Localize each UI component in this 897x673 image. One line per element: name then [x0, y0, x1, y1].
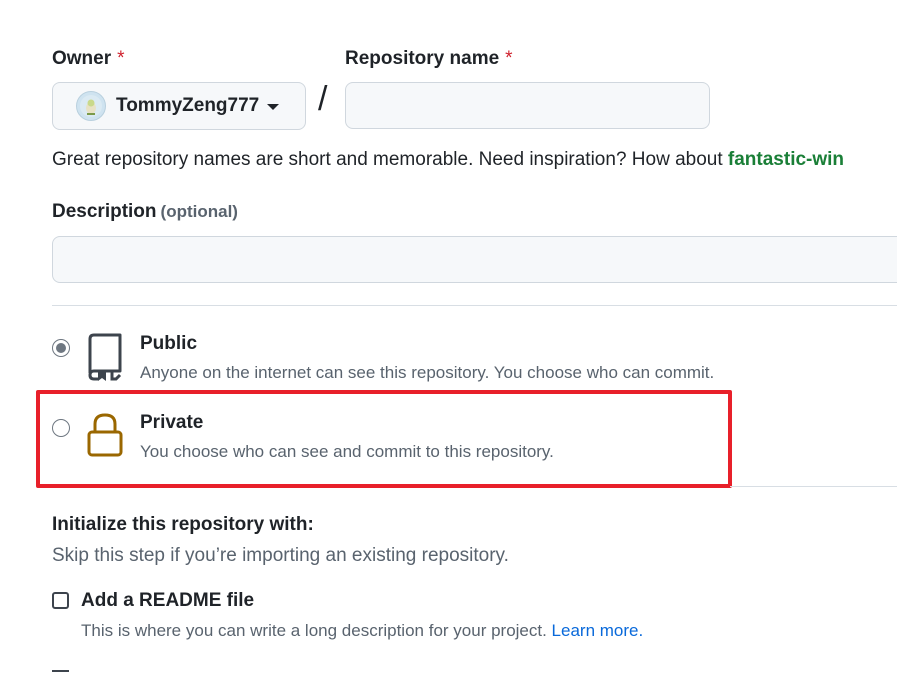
readme-checkbox[interactable]	[52, 592, 69, 609]
initialize-subtitle: Skip this step if you’re importing an ex…	[52, 545, 509, 566]
owner-required-mark: *	[117, 48, 125, 69]
public-description: Anyone on the internet can see this repo…	[140, 363, 715, 382]
divider	[730, 486, 897, 487]
public-title: Public	[140, 333, 198, 354]
public-radio[interactable]	[52, 339, 70, 357]
readme-label: Add a README file	[81, 590, 255, 611]
lock-icon	[86, 412, 124, 463]
highlight-box	[36, 390, 732, 488]
owner-select-button[interactable]: TommyZeng777	[52, 82, 306, 130]
learn-more-link[interactable]: Learn more.	[552, 621, 644, 640]
caret-down-icon	[267, 104, 280, 110]
optional-tag: (optional)	[160, 202, 238, 221]
repo-name-input[interactable]	[345, 82, 710, 129]
private-description: You choose who can see and commit to thi…	[140, 442, 554, 461]
repo-icon	[86, 333, 124, 386]
owner-repo-separator: /	[318, 80, 328, 118]
readme-description: This is where you can write a long descr…	[81, 621, 644, 640]
private-radio[interactable]	[52, 419, 70, 437]
repo-name-label: Repository name *	[345, 48, 513, 69]
description-label: Description (optional)	[52, 201, 238, 222]
name-suggestion[interactable]: fantastic-win	[728, 149, 844, 170]
divider	[52, 305, 897, 306]
description-input[interactable]	[52, 236, 897, 283]
owner-name: TommyZeng777	[116, 95, 260, 116]
owner-label: Owner *	[52, 48, 125, 69]
repo-name-required-mark: *	[505, 48, 513, 69]
avatar	[76, 91, 106, 121]
name-hint: Great repository names are short and mem…	[52, 149, 845, 170]
initialize-title: Initialize this repository with:	[52, 514, 314, 535]
private-title: Private	[140, 412, 204, 433]
